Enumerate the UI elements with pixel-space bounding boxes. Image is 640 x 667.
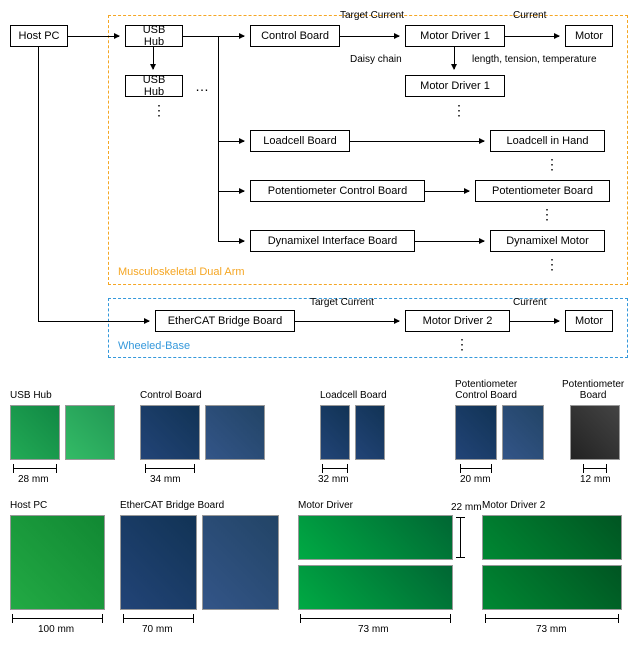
dyn-if-board-box: Dynamixel Interface Board: [250, 230, 415, 252]
arrow-loadcell: [350, 141, 484, 142]
arrow-pot: [425, 191, 469, 192]
loadcell-board-photo-back: [355, 405, 385, 460]
pot-ctrl-board-photo-front: [455, 405, 497, 460]
usb-hub-label: USB Hub: [10, 390, 52, 401]
vdots-pot: [540, 206, 556, 223]
ethercat-photo-front: [120, 515, 197, 610]
arrow-md1-motor: [505, 36, 559, 37]
motor-driver-label: Motor Driver: [298, 500, 353, 511]
host-pc-dim-line: [12, 618, 103, 619]
pot-board-photo: [570, 405, 620, 460]
usb-hub-2-box: USB Hub: [125, 75, 183, 97]
label-daisy: Daisy chain: [350, 54, 402, 65]
usb-hub-dim-line: [13, 468, 57, 469]
motor-driver-2-dim-line: [485, 618, 619, 619]
ethercat-dim: 70 mm: [142, 624, 173, 635]
label-target-current-1: Target Current: [340, 10, 404, 21]
motor-driver-2-dim: 73 mm: [536, 624, 567, 635]
vdots-md: [452, 102, 468, 119]
motor-driver-photo-back: [298, 565, 453, 610]
host-pc-label: Host PC: [10, 500, 47, 511]
pot-board-dim-line: [583, 468, 607, 469]
loadcell-board-dim-line: [322, 468, 348, 469]
arrow-trunk-dyn: [218, 241, 244, 242]
arrow-hub-right: [183, 36, 218, 37]
usb-hub-photo-front: [10, 405, 60, 460]
arrow-host-down: [38, 47, 39, 321]
arrow-trunk-pot: [218, 191, 244, 192]
label-target-current-2: Target Current: [310, 297, 374, 308]
control-board-box: Control Board: [250, 25, 340, 47]
usb-hub-dim: 28 mm: [18, 474, 49, 485]
loadcell-in-hand-box: Loadcell in Hand: [490, 130, 605, 152]
motor-top-box: Motor: [565, 25, 613, 47]
pot-ctrl-board-photo-back: [502, 405, 544, 460]
motor-driver-2-photo-front: [482, 515, 622, 560]
loadcell-board-dim: 32 mm: [318, 474, 349, 485]
usb-hub-photo-back: [65, 405, 115, 460]
arrow-daisy: [454, 47, 455, 69]
ethercat-board-box: EtherCAT Bridge Board: [155, 310, 295, 332]
motor-driver-2-photo-back: [482, 565, 622, 610]
arrow-hub1-hub2: [153, 47, 154, 69]
motor-driver-photo-front: [298, 515, 453, 560]
vdots-loadcell: [545, 156, 561, 173]
motor-driver-2-box: Motor Driver 2: [405, 310, 510, 332]
control-board-photo-front: [140, 405, 200, 460]
label-sensor-out: length, tension, temperature: [472, 54, 597, 65]
loadcell-board-label: Loadcell Board: [320, 390, 387, 401]
loadcell-board-photo-front: [320, 405, 350, 460]
motor-driver-2-label: Motor Driver 2: [482, 500, 545, 511]
pot-board-box: Potentiometer Board: [475, 180, 610, 202]
arrow-trunk-loadcell: [218, 141, 244, 142]
arrow-trunk-control: [218, 36, 244, 37]
label-current-2: Current: [513, 297, 546, 308]
arrow-ctrl-md1: [340, 36, 399, 37]
control-board-dim: 34 mm: [150, 474, 181, 485]
motor-driver-1b-box: Motor Driver 1: [405, 75, 505, 97]
host-pc-box: Host PC: [10, 25, 68, 47]
motor-driver-dim-line-v: [460, 517, 461, 558]
label-current-1: Current: [513, 10, 546, 21]
pot-ctrl-board-dim-line: [460, 468, 492, 469]
host-pc-dim: 100 mm: [38, 624, 74, 635]
arrow-host-ethercat: [38, 321, 149, 322]
vdots-hub: [152, 102, 168, 119]
loadcell-board-box: Loadcell Board: [250, 130, 350, 152]
arrow-dyn: [415, 241, 484, 242]
motor-driver-dim-h: 22 mm: [451, 502, 482, 513]
control-board-photo-back: [205, 405, 265, 460]
control-board-dim-line: [145, 468, 195, 469]
motor-bottom-box: Motor: [565, 310, 613, 332]
pot-board-dim: 12 mm: [580, 474, 611, 485]
group-wheeled-base-label: Wheeled-Base: [118, 340, 190, 352]
pot-board-label: Potentiometer Board: [562, 379, 624, 401]
motor-driver-dim-line: [300, 618, 451, 619]
usb-hub-dots: …: [195, 78, 211, 94]
group-dual-arm-label: Musculoskeletal Dual Arm: [118, 266, 245, 278]
dyn-motor-box: Dynamixel Motor: [490, 230, 605, 252]
vdots-dyn: [545, 256, 561, 273]
motor-driver-1a-box: Motor Driver 1: [405, 25, 505, 47]
usb-hub-1-box: USB Hub: [125, 25, 183, 47]
pot-ctrl-board-dim: 20 mm: [460, 474, 491, 485]
pot-control-board-box: Potentiometer Control Board: [250, 180, 425, 202]
pot-ctrl-board-label: Potentiometer Control Board: [455, 379, 517, 401]
arrow-host-hub: [68, 36, 119, 37]
host-pc-photo: [10, 515, 105, 610]
ethercat-label: EtherCAT Bridge Board: [120, 500, 224, 511]
arrow-md2-motor: [510, 321, 559, 322]
ethercat-dim-line: [123, 618, 194, 619]
vdots-md2: [455, 336, 471, 353]
ethercat-photo-back: [202, 515, 279, 610]
arrow-trunk: [218, 36, 219, 241]
arrow-ether-md2: [295, 321, 399, 322]
control-board-label: Control Board: [140, 390, 202, 401]
motor-driver-dim: 73 mm: [358, 624, 389, 635]
system-diagram: Musculoskeletal Dual Arm Wheeled-Base Ho…: [0, 0, 640, 380]
